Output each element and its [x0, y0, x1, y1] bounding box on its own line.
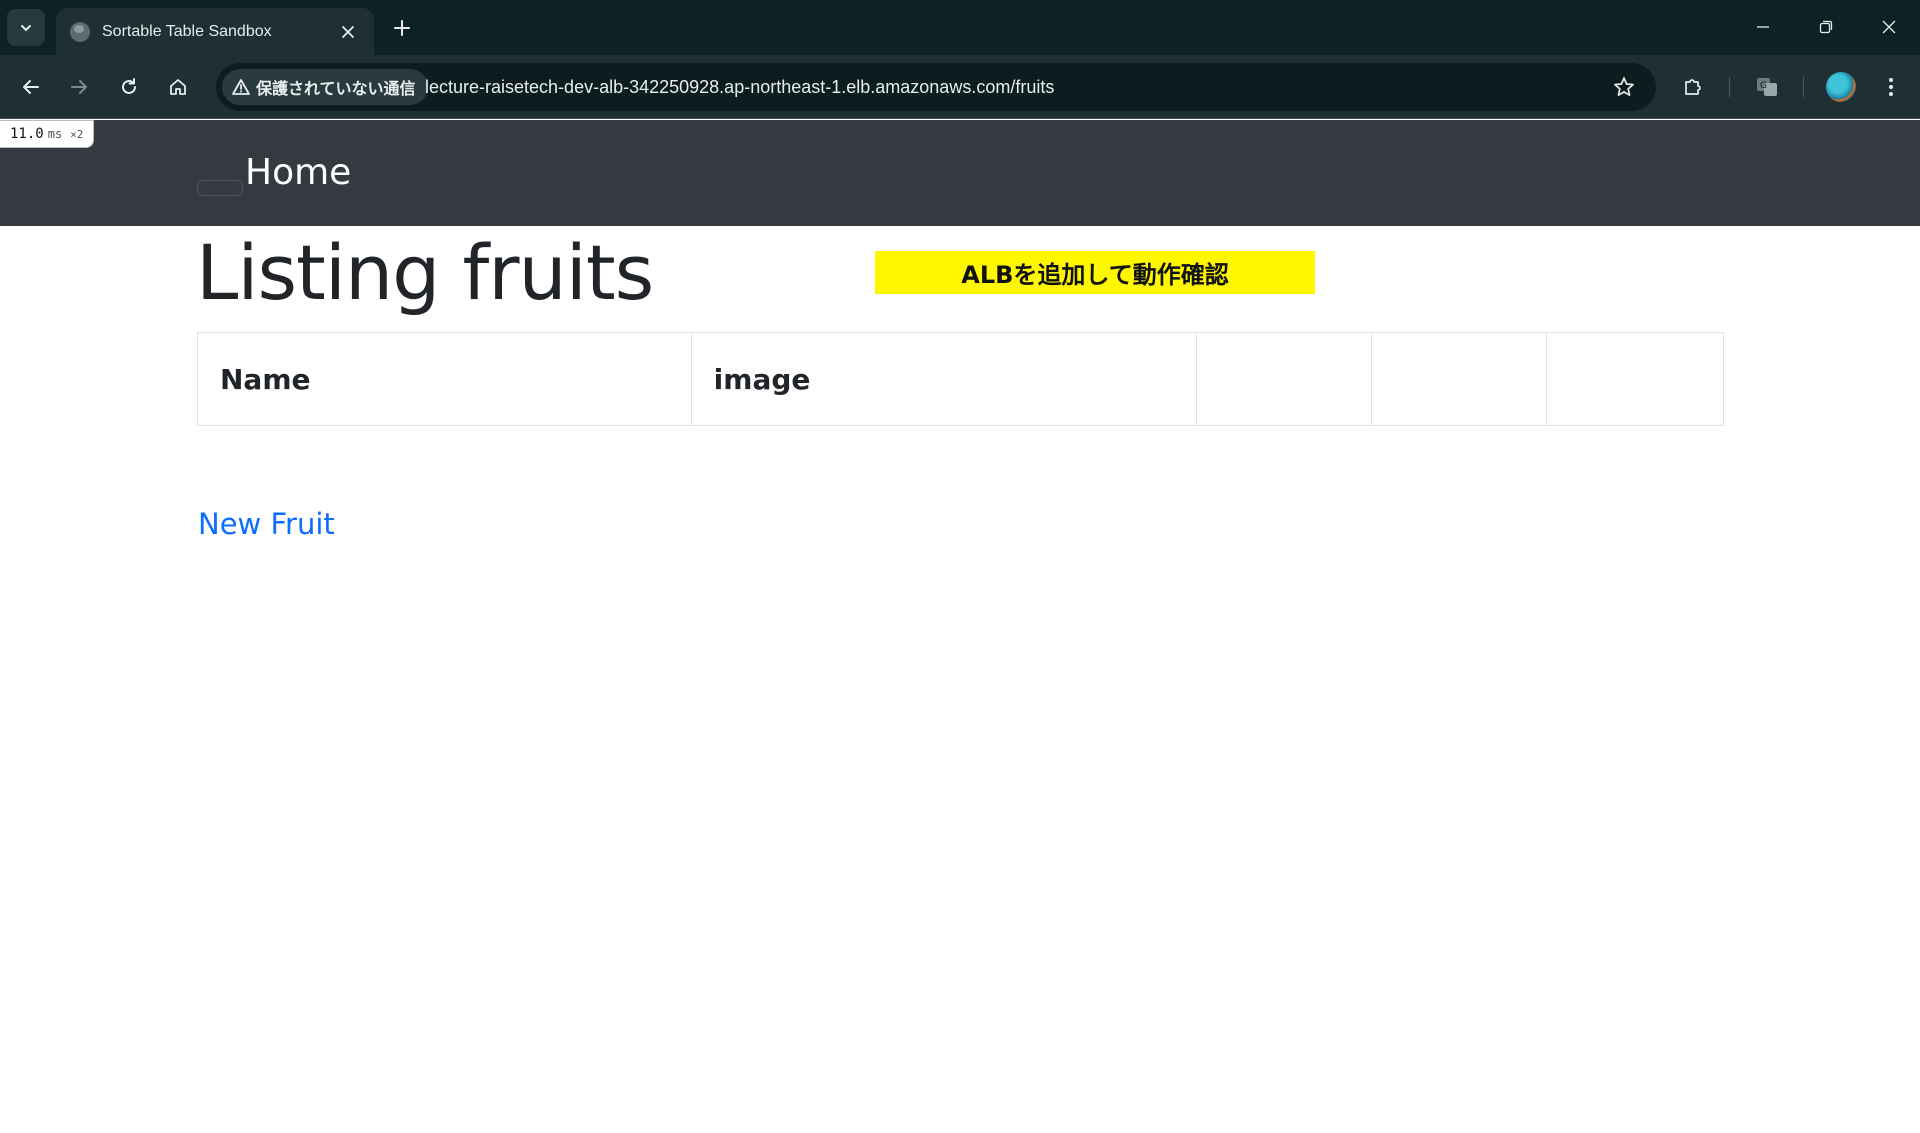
url-text[interactable]: lecture-raisetech-dev-alb-342250928.ap-n… [425, 63, 1054, 111]
close-icon [342, 25, 354, 38]
alb-banner: ALBを追加して動作確認 [875, 251, 1315, 294]
perf-multiplier: ×2 [70, 127, 84, 141]
extensions-button[interactable] [1676, 70, 1710, 104]
address-bar[interactable]: 保護されていない通信 lecture-raisetech-dev-alb-342… [216, 63, 1656, 111]
navbar-brand-home-link[interactable]: Home [245, 152, 351, 193]
arrow-left-icon [23, 80, 39, 94]
reload-icon [122, 78, 136, 94]
tab-title: Sortable Table Sandbox [102, 22, 272, 40]
perf-unit: ms [47, 127, 63, 141]
plus-icon [394, 20, 410, 36]
star-icon [1614, 77, 1634, 97]
navbar-toggler-button[interactable] [197, 180, 243, 196]
profile-avatar[interactable] [1826, 72, 1856, 102]
back-button[interactable] [14, 70, 48, 104]
toolbar-separator [1803, 77, 1804, 97]
forward-button[interactable] [62, 70, 96, 104]
tab-close-button[interactable] [336, 20, 360, 44]
security-label: 保護されていない通信 [256, 79, 416, 98]
minimize-icon [1757, 26, 1769, 28]
restore-button[interactable] [1803, 10, 1849, 44]
browser-toolbar: 保護されていない通信 lecture-raisetech-dev-alb-342… [0, 55, 1920, 119]
puzzle-icon [1685, 79, 1701, 95]
translate-button[interactable]: G [1750, 70, 1784, 104]
warning-icon [232, 79, 250, 95]
chevron-down-icon [21, 24, 31, 31]
site-navbar: Home [0, 120, 1920, 226]
home-icon [170, 79, 186, 95]
home-button[interactable] [161, 70, 195, 104]
arrow-right-icon [71, 80, 87, 94]
globe-icon [70, 21, 90, 42]
kebab-menu-icon [1889, 78, 1893, 96]
table-header-row: Name image [197, 332, 1724, 426]
column-header-name: Name [197, 332, 692, 426]
new-tab-button[interactable] [388, 14, 416, 42]
column-header-image: image [690, 332, 1198, 426]
menu-button[interactable] [1874, 70, 1908, 104]
tab-strip: Sortable Table Sandbox [0, 0, 1920, 55]
column-header-action [1546, 332, 1724, 426]
toolbar-separator [1729, 77, 1730, 97]
svg-text:G: G [1760, 81, 1767, 91]
perf-value: 11.0 [10, 126, 44, 142]
column-header-action [1196, 332, 1373, 426]
column-header-action [1371, 332, 1548, 426]
fruits-table: Name image [197, 332, 1724, 426]
security-chip[interactable]: 保護されていない通信 [222, 69, 428, 105]
translate-icon: G [1757, 78, 1777, 96]
perf-badge: 11.0 ms ×2 [0, 120, 95, 148]
page-title: Listing fruits [196, 228, 654, 317]
reload-button[interactable] [112, 70, 146, 104]
window-close-button[interactable] [1866, 10, 1912, 44]
new-fruit-link[interactable]: New Fruit [198, 507, 335, 541]
bookmark-button[interactable] [1610, 73, 1638, 101]
close-icon [1882, 20, 1896, 34]
minimize-button[interactable] [1740, 10, 1786, 44]
tab-search-button[interactable] [7, 9, 45, 46]
browser-tab[interactable]: Sortable Table Sandbox [56, 8, 374, 55]
restore-icon [1819, 20, 1833, 34]
